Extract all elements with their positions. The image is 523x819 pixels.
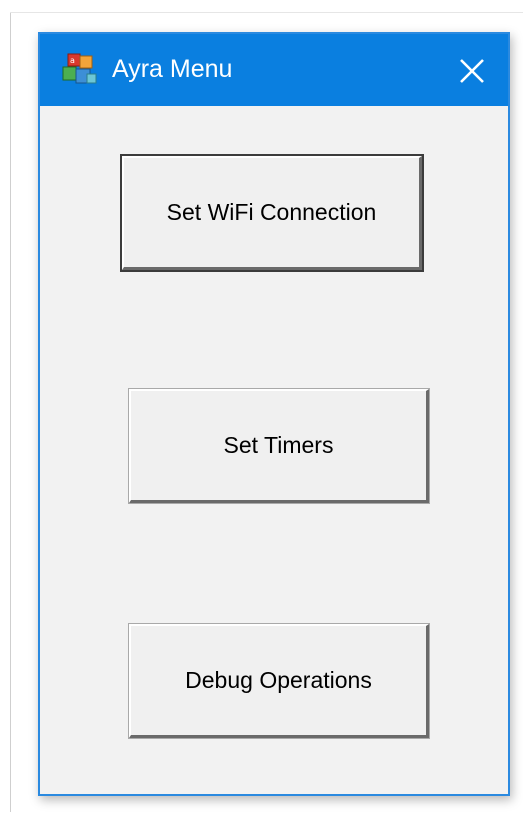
desktop-background: a Ayra Menu Set WiFi Connection Set Time… bbox=[0, 0, 523, 819]
close-button[interactable] bbox=[444, 46, 500, 94]
title-bar[interactable]: a Ayra Menu bbox=[40, 34, 508, 106]
set-wifi-connection-label: Set WiFi Connection bbox=[166, 199, 377, 225]
debug-operations-button[interactable]: Debug Operations bbox=[128, 623, 430, 739]
svg-text:a: a bbox=[70, 56, 75, 65]
menu-client-area: Set WiFi Connection Set Timers Debug Ope… bbox=[40, 106, 508, 794]
app-blocks-icon: a bbox=[60, 52, 98, 88]
window-title: Ayra Menu bbox=[112, 55, 233, 83]
set-timers-label: Set Timers bbox=[223, 432, 334, 458]
ayra-menu-window: a Ayra Menu Set WiFi Connection Set Time… bbox=[38, 32, 510, 796]
debug-operations-label: Debug Operations bbox=[185, 667, 372, 693]
set-timers-button[interactable]: Set Timers bbox=[128, 388, 430, 504]
close-icon bbox=[460, 59, 484, 83]
background-window-edge bbox=[10, 12, 11, 812]
set-wifi-connection-button[interactable]: Set WiFi Connection bbox=[120, 154, 424, 272]
background-window-top-edge bbox=[10, 12, 523, 13]
